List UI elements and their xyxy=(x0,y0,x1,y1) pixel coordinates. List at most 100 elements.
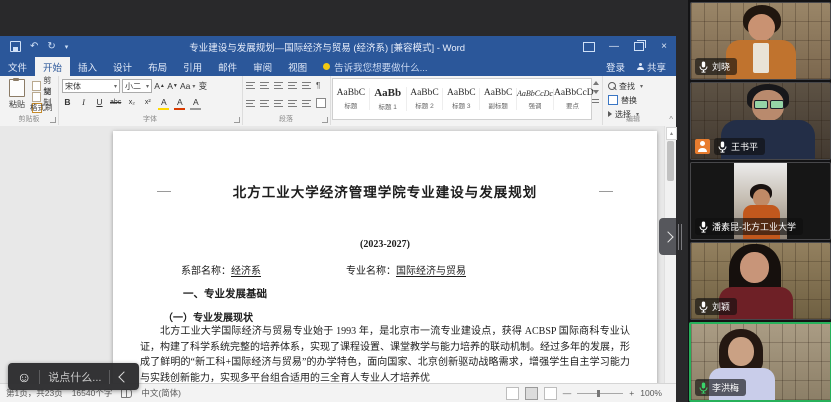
style-subtitle[interactable]: AaBbC副标题 xyxy=(480,88,517,110)
clipboard-group: 粘贴 剪切 复制 格式刷 剪贴板 xyxy=(0,76,59,125)
participant-name-badge: 刘颖 xyxy=(695,298,737,315)
style-heading3[interactable]: AaBbC标题 3 xyxy=(443,88,480,110)
bold-button[interactable]: B xyxy=(62,96,73,108)
participant-tile-active-speaker[interactable]: 李洪梅 xyxy=(689,322,831,402)
find-label: 查找 xyxy=(619,81,635,92)
styles-more-icon[interactable] xyxy=(592,99,599,103)
paste-button[interactable]: 粘贴 xyxy=(4,79,30,110)
style-emphasis[interactable]: AaBbCcDc强调 xyxy=(517,89,554,110)
font-name-select[interactable]: 宋体▾ xyxy=(62,79,120,93)
font-dialog-launcher-icon[interactable] xyxy=(234,117,240,123)
highlight-color-button[interactable]: A xyxy=(158,96,169,108)
language-indicator[interactable]: 中文(简体) xyxy=(141,387,181,399)
font-name-value: 宋体 xyxy=(65,81,81,92)
tab-references[interactable]: 引用 xyxy=(175,57,210,76)
numbered-list-icon[interactable] xyxy=(260,82,269,89)
subscript-button[interactable]: x₂ xyxy=(126,96,137,108)
undo-icon[interactable]: ↶ xyxy=(30,41,38,52)
superscript-button[interactable]: x² xyxy=(142,96,153,108)
pilcrow-icon[interactable]: ¶ xyxy=(316,81,320,90)
sidebar-collapse-tab[interactable] xyxy=(659,218,676,255)
chat-input-pill[interactable]: ☺ 说点什么... xyxy=(8,363,139,390)
style-name: 副标题 xyxy=(480,100,516,110)
zoom-slider[interactable] xyxy=(577,393,623,394)
web-layout-button[interactable] xyxy=(544,387,557,400)
character-shading-button[interactable]: A xyxy=(190,96,201,108)
share-button[interactable]: 共享 xyxy=(637,60,666,74)
smiley-icon[interactable]: ☺ xyxy=(17,370,31,384)
strikethrough-button[interactable]: abc xyxy=(110,96,121,108)
document-canvas[interactable]: 北方工业大学经济管理学院专业建设与发展规划 (2023-2027) 系部名称：经… xyxy=(0,126,665,402)
borders-icon[interactable] xyxy=(316,98,326,108)
italic-button[interactable]: I xyxy=(78,96,89,108)
tell-me-box[interactable]: 告诉我您想要做什么... xyxy=(323,57,427,76)
style-normal[interactable]: AaBbC标题 xyxy=(333,88,370,110)
participant-tile[interactable]: 刘颖 xyxy=(690,242,831,320)
format-painter-label[interactable]: 格式刷 xyxy=(30,102,53,113)
chat-placeholder[interactable]: 说点什么... xyxy=(48,369,101,385)
zoom-in-button[interactable]: + xyxy=(629,388,634,398)
style-heading2[interactable]: AaBbC标题 2 xyxy=(407,88,444,110)
tab-home[interactable]: 开始 xyxy=(35,57,70,76)
align-left-icon[interactable] xyxy=(246,100,255,107)
document-page[interactable]: 北方工业大学经济管理学院专业建设与发展规划 (2023-2027) 系部名称：经… xyxy=(113,131,657,402)
replace-button[interactable]: 替换 xyxy=(608,94,643,106)
change-case-label: Aa xyxy=(180,81,190,91)
bullet-list-icon[interactable] xyxy=(246,82,255,89)
indent-icon[interactable] xyxy=(302,82,311,89)
tab-insert[interactable]: 插入 xyxy=(70,57,105,76)
doc-dept-line: 系部名称：经济系 专业名称：国际经济与贸易 xyxy=(181,262,466,277)
qat-more-icon[interactable]: ▾ xyxy=(65,43,69,51)
multilevel-list-icon[interactable] xyxy=(274,82,283,89)
font-group-label: 字体 xyxy=(58,114,242,124)
chevron-left-icon[interactable] xyxy=(119,371,130,382)
style-heading1[interactable]: AaBb标题 1 xyxy=(370,87,407,111)
minimize-button[interactable]: — xyxy=(602,41,626,52)
print-layout-button[interactable] xyxy=(525,387,538,400)
tab-view[interactable]: 视图 xyxy=(280,57,315,76)
scroll-up-icon[interactable]: ▴ xyxy=(666,127,677,140)
find-button[interactable]: 查找▾ xyxy=(608,80,643,92)
save-icon[interactable] xyxy=(10,41,21,52)
paragraph-dialog-launcher-icon[interactable] xyxy=(322,117,328,123)
styles-scroll-down-icon[interactable] xyxy=(593,90,599,94)
outdent-icon[interactable] xyxy=(288,82,297,89)
close-button[interactable]: × xyxy=(652,41,676,52)
tab-layout[interactable]: 布局 xyxy=(140,57,175,76)
underline-button[interactable]: U xyxy=(94,96,105,108)
change-case-button[interactable]: Aa▾ xyxy=(180,80,195,92)
style-keypoint[interactable]: AaBbCcD要点 xyxy=(554,88,591,110)
clipboard-dialog-launcher-icon[interactable] xyxy=(50,117,56,123)
collapse-ribbon-icon[interactable]: ^ xyxy=(669,115,673,124)
styles-scroll-up-icon[interactable] xyxy=(593,81,599,85)
align-right-icon[interactable] xyxy=(274,100,283,107)
ribbon-display-options-icon[interactable] xyxy=(583,42,595,52)
shrink-font-button[interactable]: A▼ xyxy=(167,80,178,92)
read-mode-button[interactable] xyxy=(506,387,519,400)
tab-review[interactable]: 审阅 xyxy=(245,57,280,76)
restore-button[interactable] xyxy=(634,42,644,51)
copy-button[interactable]: 复制 xyxy=(32,92,58,102)
zoom-level[interactable]: 100% xyxy=(640,388,662,398)
phonetic-guide-button[interactable]: 变 xyxy=(197,80,208,92)
sidebar-resize-grip[interactable] xyxy=(678,224,684,250)
redo-icon[interactable]: ↻ xyxy=(47,41,55,52)
justify-icon[interactable] xyxy=(288,100,297,107)
participant-tile[interactable]: 刘晓 xyxy=(690,2,831,80)
tab-design[interactable]: 设计 xyxy=(105,57,140,76)
grow-font-button[interactable]: A▲ xyxy=(154,80,165,92)
tab-file[interactable]: 文件 xyxy=(0,57,35,76)
sign-in-button[interactable]: 登录 xyxy=(606,60,625,74)
participant-tile[interactable]: 潘素昆-北方工业大学 xyxy=(690,162,831,240)
tab-mailings[interactable]: 邮件 xyxy=(210,57,245,76)
align-center-icon[interactable] xyxy=(260,100,269,107)
document-scrollbar[interactable]: ▴ ▾ xyxy=(664,126,676,402)
scrollbar-thumb[interactable] xyxy=(667,141,674,181)
participant-tile[interactable]: 王书平 xyxy=(690,82,831,160)
font-color-button[interactable]: A xyxy=(174,96,185,108)
line-spacing-icon[interactable] xyxy=(302,100,311,107)
zoom-slider-thumb[interactable] xyxy=(597,390,600,397)
zoom-out-button[interactable]: — xyxy=(563,388,572,398)
font-size-select[interactable]: 小二▾ xyxy=(122,79,152,93)
style-sample: AaBbC xyxy=(333,88,369,98)
